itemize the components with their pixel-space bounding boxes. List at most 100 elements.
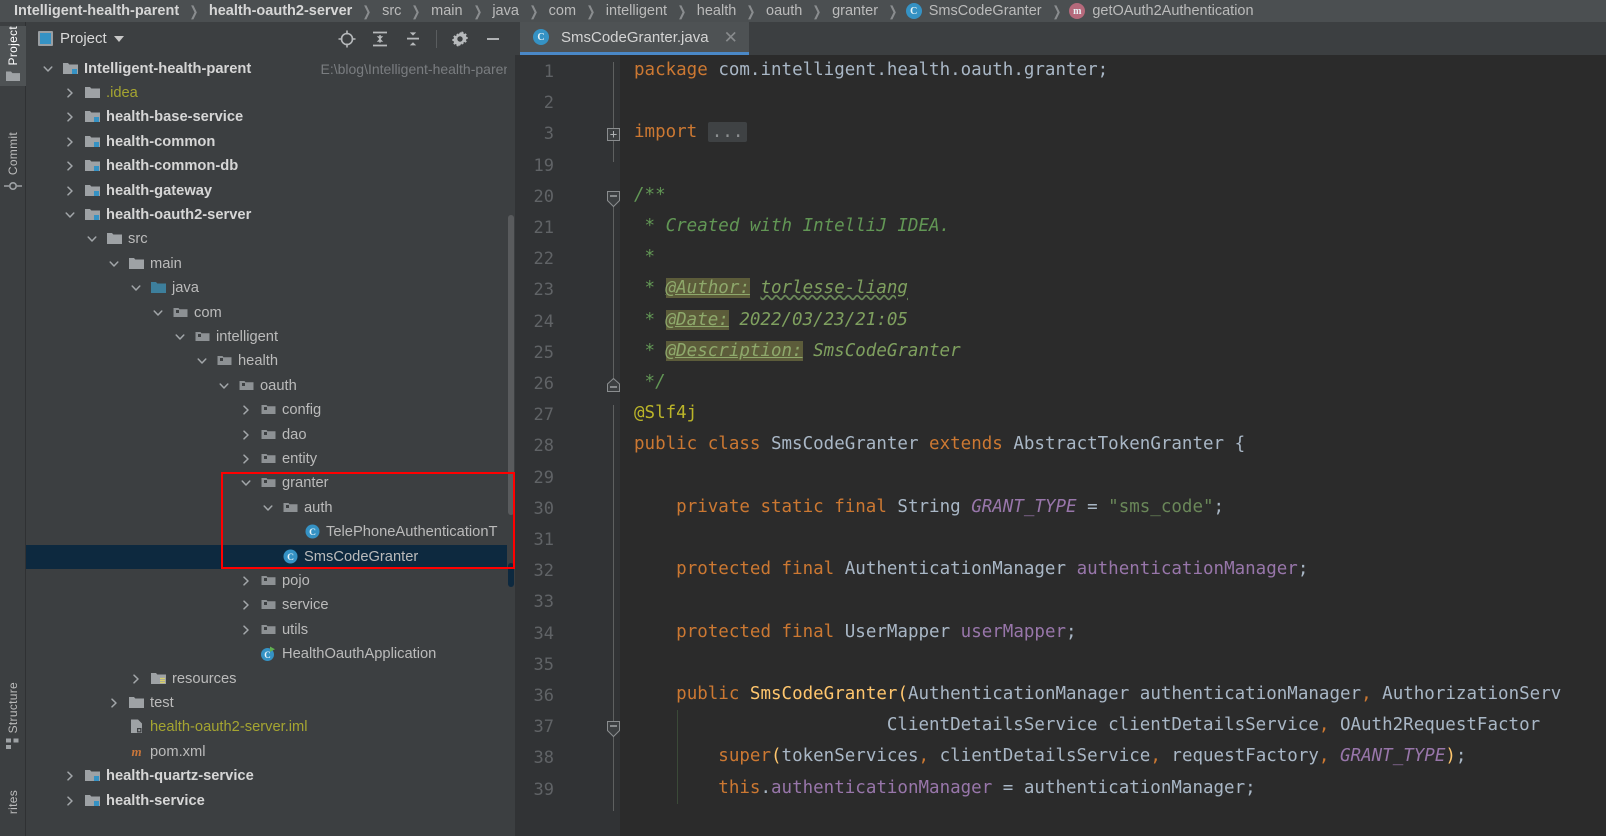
tree-row[interactable]: granter [26,471,507,495]
breadcrumb-item-granter[interactable]: granter [830,3,880,19]
locate-file-icon[interactable] [337,29,357,49]
tree-row[interactable]: health-service [26,789,507,813]
chevron-right-icon[interactable] [63,769,77,783]
project-view-selector[interactable]: Project [38,30,124,47]
editor-code-content[interactable]: package com.intelligent.health.oauth.gra… [620,55,1606,836]
tree-row[interactable]: dao [26,423,507,447]
tree-row[interactable]: oauth [26,374,507,398]
editor-tab-smscodegranter[interactable]: C SmsCodeGranter.java ✕ [520,22,749,55]
tree-row-label: .idea [106,85,138,102]
maven-pom-icon: m [128,743,145,760]
breadcrumb-item-getoauth2authentication[interactable]: m getOAuth2Authentication [1069,3,1255,19]
project-tree[interactable]: Intelligent-health-parent E:\blog\Intelli… [26,55,507,836]
project-tree-scrollbar[interactable] [507,55,515,836]
breadcrumb-item-label: java [492,3,519,19]
breadcrumb-item-src[interactable]: src [380,3,403,19]
tree-row[interactable]: health [26,349,507,373]
tree-row[interactable]: test [26,691,507,715]
svg-text:C: C [309,528,316,538]
breadcrumb-item-intelligent-health-parent[interactable]: Intelligent-health-parent [12,3,181,19]
chevron-right-icon[interactable] [63,184,77,198]
chevron-right-icon[interactable] [107,696,121,710]
chevron-down-icon[interactable] [41,62,55,76]
tree-row[interactable]: src [26,227,507,251]
tree-row[interactable]: health-common [26,130,507,154]
chevron-down-icon[interactable] [239,476,253,490]
chevron-right-icon[interactable] [239,598,253,612]
chevron-right-icon[interactable] [63,159,77,173]
settings-gear-icon[interactable] [450,29,470,49]
collapse-all-icon[interactable] [403,29,423,49]
tree-row[interactable]: C HealthOauthApplication [26,642,507,666]
tree-row[interactable]: service [26,593,507,617]
chevron-down-icon[interactable] [195,354,209,368]
breadcrumb-item-health[interactable]: health [695,3,739,19]
tree-row-selected[interactable]: C SmsCodeGranter [26,544,507,569]
chevron-right-icon[interactable] [63,794,77,808]
breadcrumb-item-oauth[interactable]: oauth [764,3,804,19]
breadcrumb-item-intelligent[interactable]: intelligent [604,3,669,19]
tree-row[interactable]: C TelePhoneAuthenticationT [26,520,507,544]
tool-strip-tab-label: Structure [6,682,20,734]
fold-javadoc-end-icon[interactable] [607,377,620,392]
tree-row[interactable]: health-base-service [26,105,507,129]
breadcrumb-item-health-oauth2-server[interactable]: health-oauth2-server [207,3,354,19]
chevron-right-icon[interactable] [63,86,77,100]
chevron-down-icon[interactable] [129,281,143,295]
tree-row[interactable]: main [26,252,507,276]
tree-row[interactable]: com [26,301,507,325]
chevron-right-icon[interactable] [239,452,253,466]
breadcrumb-item-com[interactable]: com [547,3,578,19]
breadcrumb-item-smscodegranter[interactable]: C SmsCodeGranter [905,3,1044,19]
chevron-down-icon[interactable] [107,257,121,271]
chevron-down-icon[interactable] [173,330,187,344]
fold-collapse-javadoc-icon[interactable] [607,190,620,208]
tool-strip-tab-rites[interactable]: rites [0,790,26,814]
tree-row[interactable]: m pom.xml [26,740,507,764]
close-icon[interactable]: ✕ [724,29,738,46]
tree-row[interactable]: health-oauth2-server [26,203,507,227]
tree-row[interactable]: entity [26,447,507,471]
tree-row[interactable]: .idea [26,81,507,105]
expand-all-icon[interactable] [370,29,390,49]
tree-row[interactable]: intelligent [26,325,507,349]
chevron-right-icon[interactable] [129,672,143,686]
project-view-icon [38,31,53,46]
chevron-right-icon[interactable] [239,574,253,588]
tree-row[interactable]: Intelligent-health-parent E:\blog\Intelli… [26,57,507,81]
tree-row[interactable]: java [26,276,507,300]
chevron-down-icon[interactable] [113,35,124,42]
chevron-right-icon[interactable] [239,428,253,442]
tree-row[interactable]: auth [26,496,507,520]
breadcrumb-item-java[interactable]: java [490,3,521,19]
tree-row[interactable]: health-gateway [26,179,507,203]
chevron-right-icon[interactable] [239,403,253,417]
chevron-down-icon[interactable] [151,306,165,320]
tree-row[interactable]: pojo [26,569,507,593]
scrollbar-thumb[interactable] [508,215,514,515]
tree-row[interactable]: resources [26,667,507,691]
editor-gutter[interactable]: 1 2 3 19 20 21 22 23 24 25 26 27 28 29 30 31 32 33 34 35 36 3… [515,55,620,836]
chevron-right-icon[interactable] [239,623,253,637]
chevron-down-icon[interactable] [85,232,99,246]
tree-row-label: pom.xml [150,743,206,760]
tree-row[interactable]: health-oauth2-server.iml [26,715,507,739]
chevron-right-icon[interactable] [63,135,77,149]
tree-row-label: oauth [260,377,297,394]
chevron-down-icon[interactable] [63,208,77,222]
tool-strip-tab-project[interactable]: Project [0,26,26,87]
tree-row[interactable]: config [26,398,507,422]
chevron-down-icon[interactable] [261,501,275,515]
tree-row[interactable]: health-quartz-service [26,764,507,788]
fold-expand-imports-icon[interactable]: + [607,128,620,142]
chevron-right-icon[interactable] [63,110,77,124]
fold-collapse-constructor-icon[interactable] [607,721,620,738]
tree-row[interactable]: utils [26,618,507,642]
breadcrumb-separator-icon: ❯ [812,2,822,19]
breadcrumb-item-main[interactable]: main [429,3,464,19]
tool-strip-tab-commit[interactable]: Commit [0,132,26,196]
tool-strip-tab-structure[interactable]: Structure [0,682,26,754]
chevron-down-icon[interactable] [217,379,231,393]
hide-panel-icon[interactable] [483,29,503,49]
tree-row[interactable]: health-common-db [26,154,507,178]
